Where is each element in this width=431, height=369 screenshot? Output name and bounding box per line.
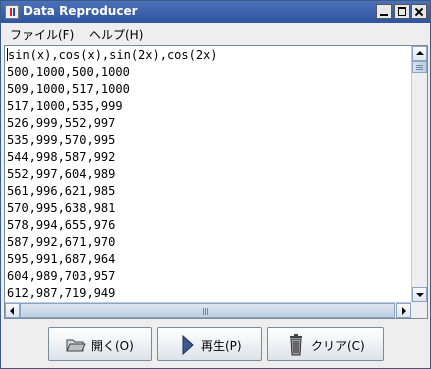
- clear-button[interactable]: クリア(C): [267, 327, 384, 361]
- play-button-label: 再生(P): [201, 339, 242, 353]
- minimize-button[interactable]: [376, 4, 392, 19]
- open-button-label: 開く(O): [91, 339, 134, 353]
- play-button[interactable]: 再生(P): [157, 327, 262, 361]
- horizontal-scroll-thumb[interactable]: [20, 303, 395, 318]
- scroll-right-button[interactable]: [396, 303, 411, 318]
- data-line: 612,987,719,949: [7, 286, 116, 300]
- data-line: 552,997,604,989: [7, 167, 116, 181]
- data-line: 604,989,703,957: [7, 269, 116, 283]
- data-line-text: sin(x),cos(x),sin(2x),cos(2x): [8, 48, 218, 62]
- scroll-down-button[interactable]: [412, 287, 427, 302]
- clear-button-label: クリア(C): [311, 339, 365, 353]
- data-text-area[interactable]: sin(x),cos(x),sin(2x),cos(2x) 500,1000,50…: [6, 47, 411, 303]
- window-title: Data Reproducer: [23, 4, 138, 18]
- data-line: 587,992,671,970: [7, 235, 116, 249]
- data-line: 535,999,570,995: [7, 133, 116, 147]
- play-icon: [182, 334, 194, 358]
- trash-icon: [289, 334, 303, 359]
- app-window: Data Reproducer ファイル(F) ヘルプ(H) sin(x),co…: [0, 0, 431, 369]
- maximize-button[interactable]: [394, 4, 410, 19]
- data-line: 509,1000,517,1000: [7, 82, 130, 96]
- data-line: 578,994,655,976: [7, 218, 116, 232]
- open-button[interactable]: 開く(O): [48, 327, 152, 361]
- menu-help[interactable]: ヘルプ(H): [89, 26, 143, 43]
- scroll-left-button[interactable]: [5, 303, 20, 318]
- menu-bar: ファイル(F) ヘルプ(H): [1, 23, 430, 43]
- data-line: 570,995,638,981: [7, 201, 116, 215]
- app-icon[interactable]: [5, 5, 19, 19]
- data-line: sin(x),cos(x),sin(2x),cos(2x): [7, 47, 411, 64]
- title-bar[interactable]: Data Reproducer: [1, 1, 430, 23]
- data-scroll-pane: sin(x),cos(x),sin(2x),cos(2x) 500,1000,50…: [4, 45, 428, 319]
- folder-open-icon: [66, 337, 86, 356]
- scroll-corner: [411, 302, 427, 318]
- scroll-up-button[interactable]: [412, 46, 427, 61]
- horizontal-scrollbar[interactable]: [5, 302, 411, 318]
- vertical-scrollbar[interactable]: [411, 46, 427, 302]
- data-line: 526,999,552,997: [7, 116, 116, 130]
- menu-file[interactable]: ファイル(F): [10, 26, 74, 43]
- data-line: 544,998,587,992: [7, 150, 116, 164]
- data-line: 561,996,621,985: [7, 184, 116, 198]
- vertical-scroll-thumb[interactable]: [412, 61, 427, 73]
- close-button[interactable]: [411, 4, 427, 19]
- data-line: 595,991,687,964: [7, 252, 116, 266]
- data-line: 517,1000,535,999: [7, 99, 123, 113]
- data-line: 500,1000,500,1000: [7, 65, 130, 79]
